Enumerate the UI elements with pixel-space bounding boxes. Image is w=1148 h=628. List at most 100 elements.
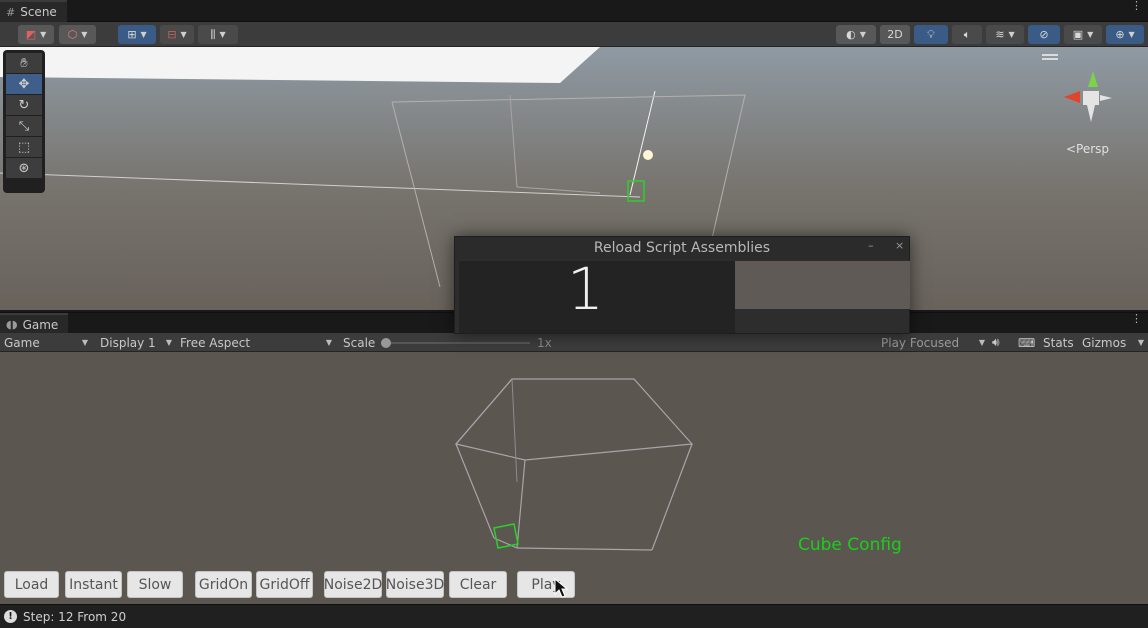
tab-game-label: Game xyxy=(22,317,59,332)
scene-plane-highlight xyxy=(0,47,600,83)
game-toolbar: Game ▼ Display 1 ▼ Free Aspect ▼ Scale 1x P… xyxy=(0,333,1148,352)
reload-dialog-body: 1 xyxy=(459,255,735,333)
tab-game[interactable]: ◖◗ Game xyxy=(0,313,69,334)
scale-slider[interactable] xyxy=(380,335,530,350)
scene-menu-icon[interactable]: ⋮ xyxy=(1131,0,1142,11)
tab-scene[interactable]: # Scene xyxy=(0,0,67,22)
lightbulb-icon: 💡︎ xyxy=(927,27,935,41)
draw-mode-icon: ◩ xyxy=(25,28,37,41)
grid-snap-button[interactable]: ⊟ ▼ xyxy=(160,25,194,44)
minimize-icon[interactable]: – xyxy=(868,239,874,252)
transform-icon: ⊛ xyxy=(18,160,30,176)
audio-icon: 🔈︎ xyxy=(963,27,971,41)
effects-button[interactable]: ≋ ▼ xyxy=(986,25,1024,44)
chevron-down-icon: ▼ xyxy=(1137,338,1144,347)
reload-counter: 1 xyxy=(567,255,604,323)
chevron-down-icon: ▼ xyxy=(165,338,172,347)
status-text: Step: 12 From 20 xyxy=(23,609,127,624)
scale-tool-button[interactable]: ⤡ xyxy=(6,116,42,136)
close-icon[interactable]: × xyxy=(895,239,904,252)
tool-palette: ✋︎ ✥ ↻ ⤡ ⬚ ⊛ xyxy=(3,50,45,193)
chevron-down-icon: ▼ xyxy=(325,338,332,347)
move-tool-button[interactable]: ✥ xyxy=(6,74,42,94)
cell-cube-marker xyxy=(493,523,519,549)
game-mode-value: Game xyxy=(4,335,40,350)
rect-tool-button[interactable]: ⬚ xyxy=(6,137,42,157)
game-menu-icon[interactable]: ⋮ xyxy=(1131,313,1142,324)
keyboard-icon: ⌨ xyxy=(1018,335,1036,350)
rotate-icon: ↻ xyxy=(18,97,30,113)
snap-button[interactable]: ⊞ ▼ xyxy=(118,25,156,44)
stats-button[interactable]: Stats xyxy=(1043,335,1074,350)
speaker-icon: 🔊︎ xyxy=(992,335,1000,349)
cube-config-label: Cube Config xyxy=(798,535,902,555)
play-mode-dropdown[interactable]: Play Focused ▼ xyxy=(881,335,985,350)
slow-button[interactable]: Slow xyxy=(127,571,183,598)
scale-value: 1x xyxy=(537,335,552,350)
gamepad-icon: ◖◗ xyxy=(6,318,18,331)
noise3d-button[interactable]: Noise3D xyxy=(386,571,444,598)
scene-menu-lines-icon[interactable] xyxy=(1042,54,1058,56)
cube-icon: ⬡ xyxy=(67,28,78,41)
mute-audio-button[interactable]: 🔊︎ xyxy=(992,335,1000,350)
grid-on-button[interactable]: GridOn xyxy=(195,571,252,598)
grid-off-button[interactable]: GridOff xyxy=(256,571,313,598)
audio-toggle-button[interactable]: 🔈︎ xyxy=(952,25,982,44)
scene-toolbar: ◩ ▼ ⬡ ▼ ⊞ ▼ ⊟ ▼ ⫼ ▼ ◐ ▼ 2D 💡︎ 🔈︎ ≋ ▼ ⊘ ▣… xyxy=(0,22,1148,47)
gizmos-value: Gizmos xyxy=(1082,335,1127,350)
game-viewport[interactable]: Cube Config Load Instant Slow GridOn Gri… xyxy=(0,352,1148,604)
game-canvas xyxy=(454,378,694,551)
increment-snap-button[interactable]: ⫼ ▼ xyxy=(198,25,238,44)
noise2d-button[interactable]: Noise2D xyxy=(324,571,382,598)
eye-off-icon: ⊘ xyxy=(1039,28,1049,41)
reload-dialog-titlebar: Reload Script Assemblies – × xyxy=(455,237,909,259)
status-bar: ! Step: 12 From 20 xyxy=(0,604,1148,628)
rotate-tool-button[interactable]: ↻ xyxy=(6,95,42,115)
load-button[interactable]: Load xyxy=(4,571,59,598)
scale-slider-handle[interactable] xyxy=(381,338,391,348)
hand-icon: ✋︎ xyxy=(20,55,28,71)
transform-tool-button[interactable]: ⊛ xyxy=(6,158,42,178)
aspect-dropdown[interactable]: Free Aspect ▼ xyxy=(180,335,332,350)
play-mode-value: Play Focused xyxy=(881,335,960,350)
game-mode-dropdown[interactable]: Game ▼ xyxy=(4,335,88,350)
info-icon: ! xyxy=(4,610,17,623)
grid-snap-icon: ⊟ xyxy=(167,28,177,41)
shading-icon: ◐ xyxy=(846,28,856,41)
visibility-toggle-button[interactable]: ⊘ xyxy=(1028,25,1060,44)
instant-button[interactable]: Instant xyxy=(65,571,122,598)
reload-dialog-preview xyxy=(735,261,910,309)
reload-dialog: Reload Script Assemblies – × 1 xyxy=(454,236,910,334)
light-icon[interactable] xyxy=(643,150,653,160)
rect-icon: ⬚ xyxy=(17,139,31,155)
camera-icon: ▣ xyxy=(1072,28,1084,41)
chevron-down-icon: ▼ xyxy=(81,338,88,347)
2d-toggle-button[interactable]: 2D xyxy=(880,25,910,44)
shortcuts-button[interactable]: ⌨ xyxy=(1018,335,1035,350)
snap-icon: ⊞ xyxy=(127,28,137,41)
projection-label[interactable]: <Persp xyxy=(1066,142,1109,156)
effects-icon: ≋ xyxy=(995,28,1005,41)
display-dropdown[interactable]: Display 1 ▼ xyxy=(100,335,172,350)
clear-button[interactable]: Clear xyxy=(449,571,507,598)
camera-button[interactable]: ▣ ▼ xyxy=(1064,25,1102,44)
lighting-toggle-button[interactable]: 💡︎ xyxy=(914,25,948,44)
chevron-down-icon: ▼ xyxy=(978,338,985,347)
mouse-cursor-icon xyxy=(554,578,568,598)
shading-button[interactable]: ◐ ▼ xyxy=(836,25,876,44)
grid-icon: # xyxy=(6,5,16,19)
hand-tool-button[interactable]: ✋︎ xyxy=(6,53,42,73)
display-value: Display 1 xyxy=(100,335,156,350)
reload-dialog-title: Reload Script Assemblies xyxy=(593,240,771,256)
scene-tab-bar: # Scene ⋮ xyxy=(0,0,1148,22)
ruler-icon: ⫼ xyxy=(210,27,216,41)
scale-icon: ⤡ xyxy=(18,118,30,134)
tab-scene-label: Scene xyxy=(20,5,57,19)
move-icon: ✥ xyxy=(18,76,30,92)
render-mode-button[interactable]: ⬡ ▼ xyxy=(59,25,96,44)
draw-mode-button[interactable]: ◩ ▼ xyxy=(18,25,54,44)
bounding-cube-top xyxy=(454,378,694,461)
gizmos-dropdown[interactable]: Gizmos ▼ xyxy=(1082,335,1144,350)
globe-icon: ⊕ xyxy=(1115,28,1125,41)
gizmos-button[interactable]: ⊕ ▼ xyxy=(1106,25,1144,44)
